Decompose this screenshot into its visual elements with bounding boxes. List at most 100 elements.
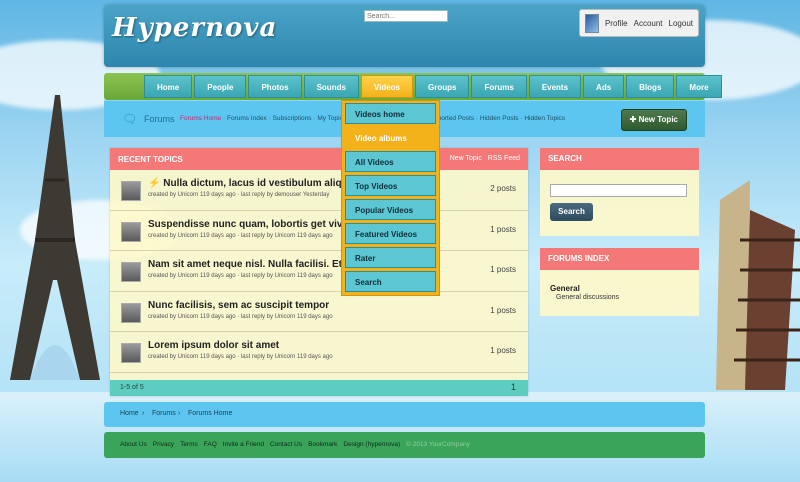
- forum-group-general: General: [550, 284, 580, 293]
- topic-row[interactable]: Lorem ipsum dolor sit amet created by Un…: [110, 332, 528, 373]
- nav-videos[interactable]: Videos: [360, 75, 414, 98]
- topic-title[interactable]: Nunc facilisis, sem ac suscipit tempor: [148, 300, 329, 311]
- nav-home[interactable]: Home: [144, 75, 193, 98]
- footer-faq-link[interactable]: FAQ: [204, 441, 217, 448]
- subscriptions-link[interactable]: Subscriptions: [273, 115, 312, 122]
- recent-topics-links: New Topic RSS Feed: [450, 155, 520, 162]
- topic-post-count: 1 posts: [490, 265, 516, 274]
- forum-bubble-icon: 🗨: [122, 112, 138, 126]
- forums-index-title: FORUMS INDEX: [540, 248, 699, 270]
- breadcrumb: Home › Forums › Forums Home: [104, 402, 705, 427]
- nav-sounds[interactable]: Sounds: [303, 75, 359, 98]
- eiffel-tower-image: [10, 95, 100, 380]
- menu-item-featured-videos[interactable]: Featured Videos: [345, 223, 436, 244]
- topic-meta: created by Unicorn 119 days ago · last r…: [148, 232, 333, 239]
- lightning-icon: ⚡: [148, 178, 161, 189]
- pager-page-1[interactable]: 1: [511, 382, 516, 392]
- user-avatar[interactable]: [121, 343, 141, 363]
- forum-title: Forums: [144, 114, 175, 124]
- forum-general-discussions-link[interactable]: General discussions: [556, 294, 619, 301]
- breadcrumb-separator: ›: [178, 410, 181, 417]
- pager-range: 1-5 of 5: [120, 384, 144, 391]
- forum-search-input[interactable]: [550, 184, 687, 197]
- menu-item-search[interactable]: Search: [345, 271, 436, 292]
- topic-title[interactable]: Lorem ipsum dolor sit amet: [148, 340, 279, 351]
- forums-index-link[interactable]: Forums Index: [227, 115, 267, 122]
- topic-row[interactable]: Nunc facilisis, sem ac suscipit tempor c…: [110, 292, 528, 332]
- user-avatar[interactable]: [121, 262, 141, 282]
- nav-more[interactable]: More: [676, 75, 722, 98]
- nav-forums[interactable]: Forums: [471, 75, 527, 98]
- topic-row[interactable]: Nam sit amet neque nisl. Nulla facilisi.…: [110, 251, 528, 292]
- topic-meta: created by Unicorn 119 days ago · last r…: [148, 354, 333, 360]
- topic-title[interactable]: ⚡ Nulla dictum, lacus id vestibulum aliq…: [148, 178, 357, 189]
- user-avatar[interactable]: [121, 302, 141, 323]
- menu-item-video-albums[interactable]: Video albums: [345, 127, 436, 148]
- search-button[interactable]: Search: [550, 203, 593, 221]
- user-avatar[interactable]: [121, 221, 141, 242]
- nav-blogs[interactable]: Blogs: [626, 75, 675, 98]
- topic-post-count: 1 posts: [490, 346, 516, 355]
- topic-row[interactable]: ⚡ Nulla dictum, lacus id vestibulum aliq…: [110, 170, 528, 211]
- topic-row[interactable]: Suspendisse nunc quam, lobortis get vive…: [110, 211, 528, 251]
- search-panel: SEARCH Search: [540, 148, 699, 236]
- topic-title[interactable]: Nam sit amet neque nisl. Nulla facilisi.…: [148, 259, 350, 270]
- footer-copyright: © 2013 YourCompany: [406, 441, 470, 448]
- nav-photos[interactable]: Photos: [248, 75, 302, 98]
- site-header: Hypernova Profile Account Logout: [104, 5, 705, 67]
- user-menu: Profile Account Logout: [579, 9, 699, 37]
- topic-meta: created by Unicorn 119 days ago · last r…: [148, 192, 330, 198]
- reported-posts-link[interactable]: eported Posts: [434, 115, 474, 122]
- hidden-posts-link[interactable]: Hidden Posts: [480, 115, 519, 122]
- menu-item-popular-videos[interactable]: Popular Videos: [345, 199, 436, 220]
- footer-design-link[interactable]: Design (hypernova): [343, 441, 400, 448]
- search-panel-title: SEARCH: [540, 148, 699, 170]
- hidden-topics-link[interactable]: Hidden Topics: [524, 115, 565, 122]
- profile-link[interactable]: Profile: [605, 19, 628, 28]
- global-search-input[interactable]: [364, 10, 448, 22]
- main-nav: Home People Photos Sounds Videos Groups …: [104, 73, 722, 100]
- topic-title[interactable]: Suspendisse nunc quam, lobortis get vive: [148, 219, 348, 230]
- breadcrumb-separator: ›: [142, 410, 145, 417]
- topic-post-count: 1 posts: [490, 305, 516, 315]
- breadcrumb-current: Forums Home: [188, 410, 233, 417]
- new-topic-link[interactable]: New Topic: [450, 155, 482, 162]
- footer-bookmark-link[interactable]: Bookmark: [308, 441, 337, 448]
- forum-links-right: eported Posts · Hidden Posts · Hidden To…: [434, 115, 566, 122]
- topic-meta: created by Unicorn 119 days ago · last r…: [148, 313, 333, 320]
- footer-contact-link[interactable]: Contact Us: [270, 441, 302, 448]
- topic-post-count: 2 posts: [490, 184, 516, 193]
- user-avatar[interactable]: [585, 13, 599, 33]
- account-link[interactable]: Account: [634, 19, 663, 28]
- forums-home-link[interactable]: Forums Home: [180, 115, 221, 122]
- menu-item-all-videos[interactable]: All Videos: [345, 151, 436, 172]
- site-logo[interactable]: Hypernova: [112, 13, 277, 43]
- user-avatar[interactable]: [121, 181, 141, 201]
- menu-item-rater[interactable]: Rater: [345, 247, 436, 268]
- recent-topics-title: RECENT TOPICS: [118, 155, 183, 164]
- menu-item-top-videos[interactable]: Top Videos: [345, 175, 436, 196]
- pagoda-tower-image: [716, 180, 800, 390]
- topics-pager: 1-5 of 5 1: [110, 380, 528, 396]
- new-topic-button[interactable]: ✚ New Topic: [620, 109, 687, 131]
- recent-topics-header: RECENT TOPICS New Topic RSS Feed: [110, 148, 528, 170]
- footer-about-link[interactable]: About Us: [120, 441, 147, 448]
- nav-events[interactable]: Events: [528, 75, 582, 98]
- recent-topics-panel: RECENT TOPICS New Topic RSS Feed ⚡ Nulla…: [110, 148, 528, 396]
- footer-invite-link[interactable]: Invite a Friend: [223, 441, 264, 448]
- breadcrumb-home[interactable]: Home: [120, 410, 139, 417]
- breadcrumb-forums[interactable]: Forums: [152, 410, 176, 417]
- nav-groups[interactable]: Groups: [415, 75, 470, 98]
- videos-dropdown-menu: Videos home Video albums All Videos Top …: [341, 100, 440, 296]
- footer-privacy-link[interactable]: Privacy: [153, 441, 174, 448]
- site-footer: About Us Privacy Terms FAQ Invite a Frie…: [104, 432, 705, 458]
- rss-feed-link[interactable]: RSS Feed: [488, 155, 520, 162]
- topic-post-count: 1 posts: [490, 224, 516, 234]
- menu-item-videos-home[interactable]: Videos home: [345, 103, 436, 124]
- plus-icon: ✚: [629, 115, 637, 124]
- nav-ads[interactable]: Ads: [583, 75, 625, 98]
- logout-link[interactable]: Logout: [669, 19, 693, 28]
- footer-terms-link[interactable]: Terms: [180, 441, 198, 448]
- footer-links: About Us Privacy Terms FAQ Invite a Frie…: [120, 441, 470, 448]
- nav-people[interactable]: People: [194, 75, 247, 98]
